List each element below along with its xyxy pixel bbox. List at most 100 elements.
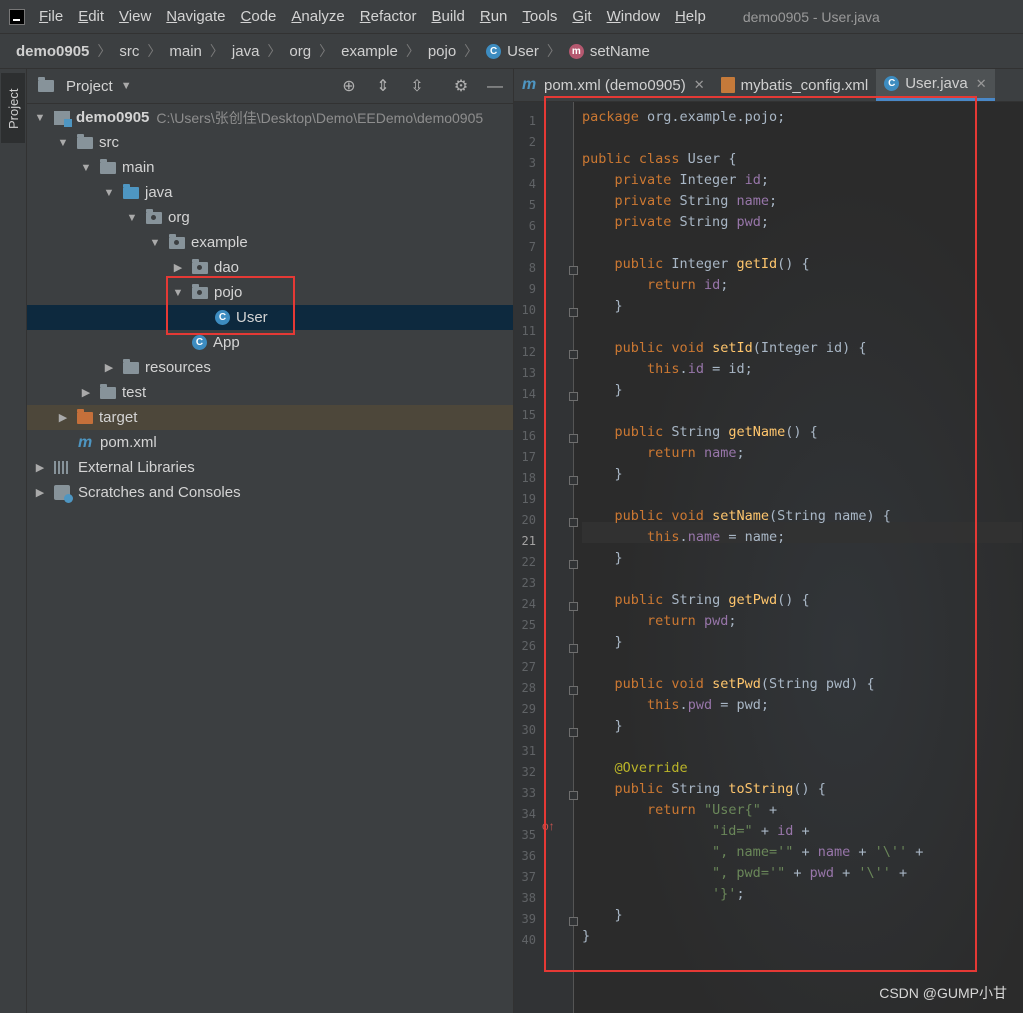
menu-edit[interactable]: Edit <box>78 8 104 25</box>
package-icon <box>169 233 185 249</box>
window-title: demo0905 - User.java <box>742 8 880 25</box>
tree-item-demo0905[interactable]: ▼ demo0905 C:\Users\张创佳\Desktop\Demo\EED… <box>27 105 513 130</box>
dropdown-arrow-icon[interactable]: ▼ <box>121 80 132 92</box>
line-number: 30 <box>521 723 536 737</box>
chevron-right-icon: 〉 <box>267 43 282 59</box>
chevron-right-icon: 〉 <box>147 43 162 59</box>
menu-refactor[interactable]: Refactor <box>360 8 417 25</box>
line-number: 24 <box>521 597 536 611</box>
breadcrumb-item-java[interactable]: java <box>232 43 260 60</box>
menu-git[interactable]: Git <box>572 8 591 25</box>
tree-item-label: src <box>99 134 119 151</box>
chevron-right-icon[interactable]: ▶ <box>32 485 48 501</box>
tree-item-target[interactable]: ▶ target <box>27 405 513 430</box>
breadcrumb-item-pojo[interactable]: pojo <box>428 43 456 60</box>
project-view-selector[interactable]: Project <box>66 78 113 95</box>
line-number: 3 <box>528 156 536 170</box>
menu-analyze[interactable]: Analyze <box>291 8 344 25</box>
breadcrumb-item-example[interactable]: example <box>341 43 398 60</box>
tree-item-label: java <box>145 184 173 201</box>
breadcrumb-item-org[interactable]: org <box>289 43 311 60</box>
chevron-right-icon: 〉 <box>97 43 112 59</box>
chevron-right-icon[interactable]: ▶ <box>101 360 117 376</box>
menu-build[interactable]: Build <box>431 8 464 25</box>
breadcrumb: demo0905 〉 src 〉 main 〉 java 〉 org 〉 exa… <box>0 33 1023 69</box>
menu-help[interactable]: Help <box>675 8 706 25</box>
line-number: 4 <box>528 177 536 191</box>
expand-all-icon[interactable]: ⇕ <box>374 78 392 96</box>
tree-item-external-libraries[interactable]: ▶ External Libraries <box>27 455 513 480</box>
method-icon: m <box>568 43 584 59</box>
menu-view[interactable]: View <box>119 8 151 25</box>
breadcrumb-item-src[interactable]: src <box>119 43 139 60</box>
menu-navigate[interactable]: Navigate <box>166 8 225 25</box>
menu-window[interactable]: Window <box>607 8 660 25</box>
tree-item-resources[interactable]: ▶ resources <box>27 355 513 380</box>
close-icon[interactable]: ✕ <box>694 77 705 93</box>
class-icon: C <box>486 43 502 59</box>
chevron-right-icon[interactable]: ▶ <box>55 410 71 426</box>
maven-icon: m <box>522 76 537 93</box>
tree-item-pom[interactable]: m pom.xml <box>27 430 513 455</box>
line-number: 32 <box>521 765 536 779</box>
tree-item-test[interactable]: ▶ test <box>27 380 513 405</box>
menu-run[interactable]: Run <box>480 8 508 25</box>
line-number: 36 <box>521 849 536 863</box>
menu-tools[interactable]: Tools <box>522 8 557 25</box>
gear-icon[interactable]: ⚙ <box>452 78 470 96</box>
line-number: 11 <box>521 324 536 338</box>
chevron-right-icon[interactable]: ▶ <box>32 460 48 476</box>
line-number: 16 <box>521 429 536 443</box>
line-number: 38 <box>521 891 536 905</box>
folder-icon <box>100 383 116 399</box>
locate-icon[interactable]: ⊕ <box>340 78 358 96</box>
breadcrumb-item-user[interactable]: C User <box>486 43 539 60</box>
project-panel-header: Project ▼ ⊕ ⇕ ⇳ ⚙ — <box>27 69 513 104</box>
chevron-right-icon[interactable]: ▶ <box>78 385 94 401</box>
collapse-all-icon[interactable]: ⇳ <box>408 78 426 96</box>
excluded-folder-icon <box>77 408 93 424</box>
menu-file[interactable]: File <box>39 8 63 25</box>
chevron-down-icon[interactable]: ▼ <box>78 160 94 176</box>
package-icon <box>192 258 208 274</box>
chevron-down-icon[interactable]: ▼ <box>124 210 140 226</box>
chevron-down-icon[interactable]: ▼ <box>32 110 48 126</box>
close-icon[interactable]: ✕ <box>976 76 987 92</box>
chevron-right-icon: 〉 <box>464 43 479 59</box>
breadcrumb-item-setname[interactable]: m setName <box>568 43 650 60</box>
line-number: 39 <box>521 912 536 926</box>
line-number: 17 <box>521 450 536 464</box>
line-number: 19 <box>521 492 536 506</box>
tree-item-org[interactable]: ▼ org <box>27 205 513 230</box>
chevron-down-icon[interactable]: ▼ <box>101 185 117 201</box>
tree-item-main[interactable]: ▼ main <box>27 155 513 180</box>
line-number: 5 <box>528 198 536 212</box>
tab-label: pom.xml (demo0905) <box>544 76 686 94</box>
line-number: 15 <box>521 408 536 422</box>
chevron-right-icon[interactable]: ▶ <box>170 260 186 276</box>
hide-icon[interactable]: — <box>486 78 504 96</box>
line-number: 2 <box>528 135 536 149</box>
tree-item-example[interactable]: ▼ example <box>27 230 513 255</box>
project-tool-window-button[interactable]: Project <box>1 73 25 143</box>
menu-code[interactable]: Code <box>241 8 277 25</box>
chevron-down-icon[interactable]: ▼ <box>147 235 163 251</box>
line-number: 12 <box>521 345 536 359</box>
tree-item-scratches[interactable]: ▶ Scratches and Consoles <box>27 480 513 505</box>
tree-item-java[interactable]: ▼ java <box>27 180 513 205</box>
line-number: 18 <box>521 471 536 485</box>
intellij-logo-icon[interactable] <box>9 8 25 25</box>
tree-item-src[interactable]: ▼ src <box>27 130 513 155</box>
class-icon: C <box>884 76 900 91</box>
tree-item-label: main <box>122 159 155 176</box>
breadcrumb-item-main[interactable]: main <box>169 43 202 60</box>
folder-icon <box>100 158 116 174</box>
chevron-down-icon[interactable]: ▼ <box>55 135 71 151</box>
breadcrumb-item-project[interactable]: demo0905 <box>16 43 89 60</box>
watermark: CSDN @GUMP小甘 <box>879 985 1007 1001</box>
tab-label: User.java <box>905 75 968 92</box>
breadcrumb-label: User <box>507 42 539 60</box>
line-number: 13 <box>521 366 536 380</box>
line-number: 34 <box>521 807 536 821</box>
highlight-box-pojo <box>166 276 295 335</box>
